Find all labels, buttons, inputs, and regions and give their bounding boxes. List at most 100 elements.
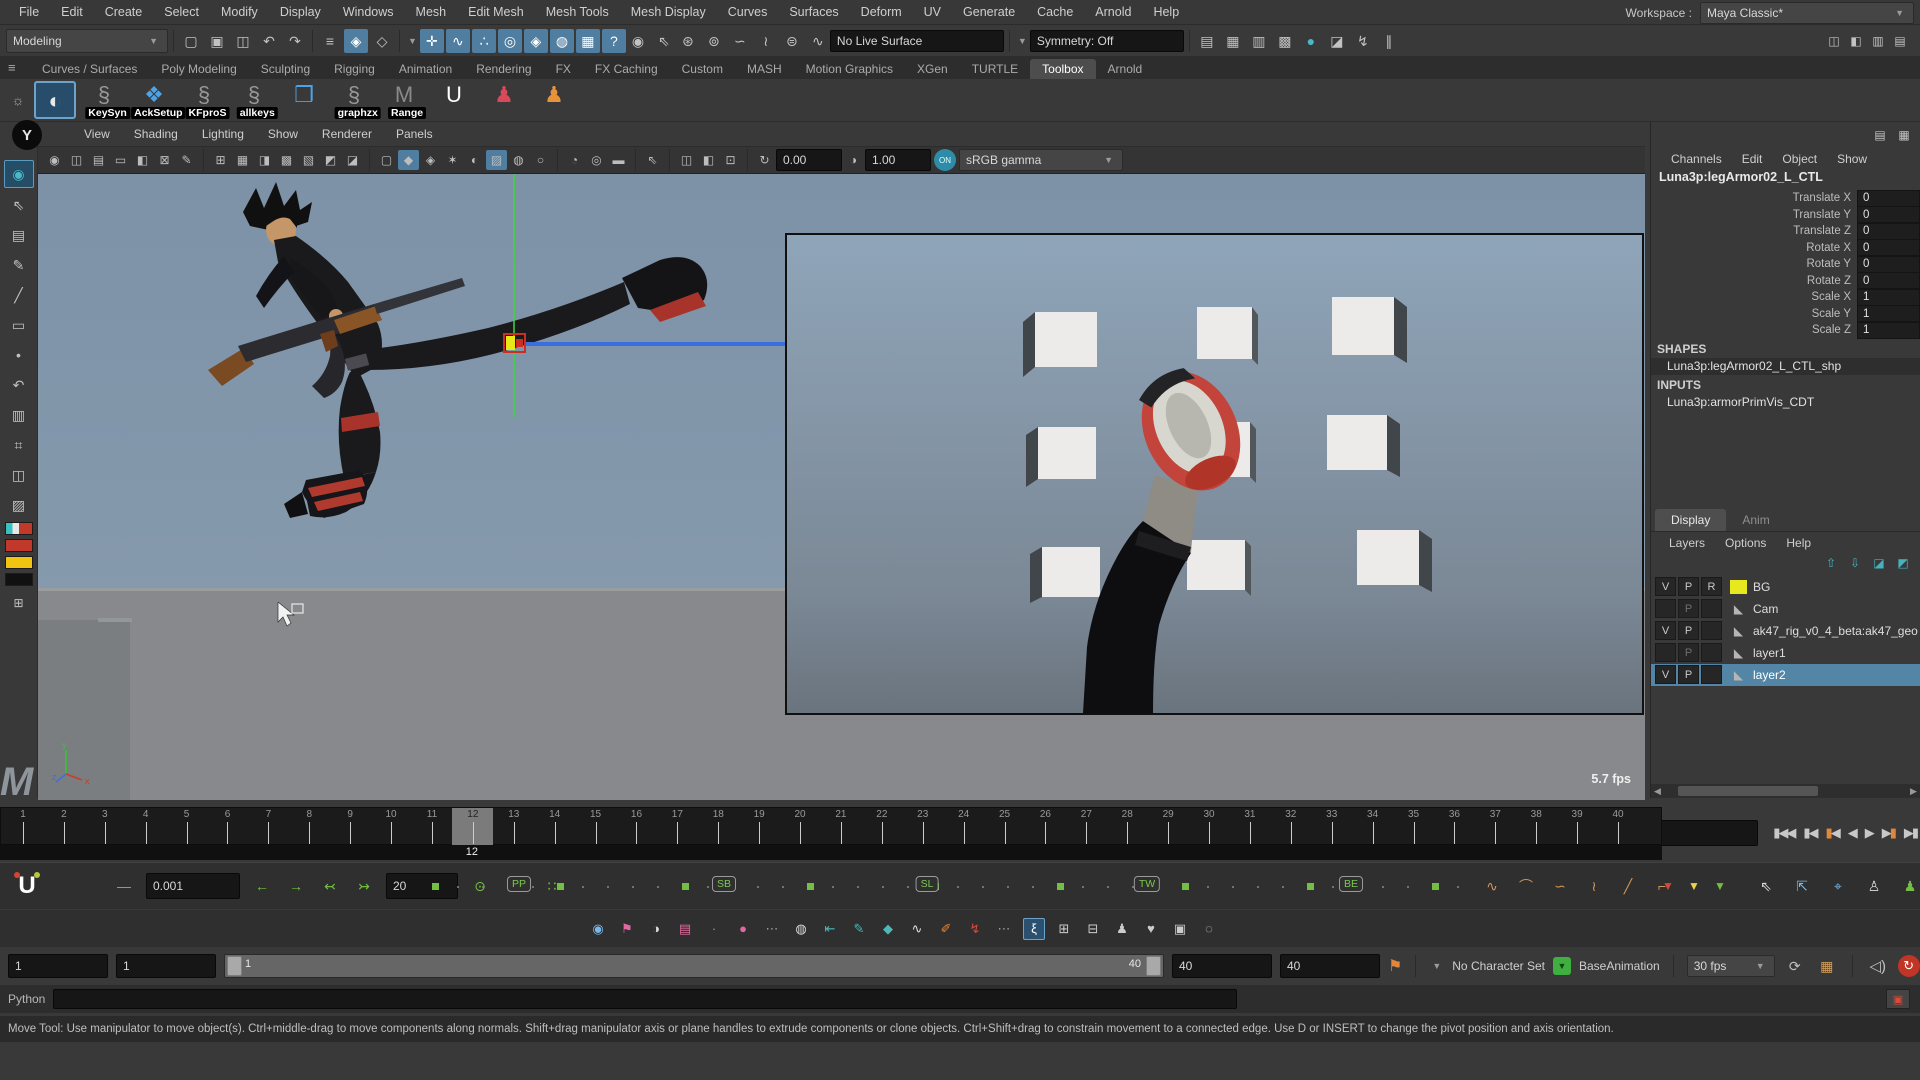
attribute-value-field[interactable]: 0: [1857, 206, 1920, 223]
channel-box-menu-show[interactable]: Show: [1827, 152, 1877, 166]
layer-row[interactable]: VP◣layer2: [1651, 664, 1920, 686]
safe-title-icon[interactable]: ◪: [342, 150, 363, 170]
range-shelf-item[interactable]: MRange: [382, 81, 426, 119]
shelf-tab-curves-surfaces[interactable]: Curves / Surfaces: [30, 59, 149, 79]
key-dot[interactable]: [1107, 886, 1109, 888]
attribute-value-field[interactable]: 1: [1857, 289, 1920, 306]
animation-start-field[interactable]: 1: [8, 954, 108, 978]
dot-icon[interactable]: •: [5, 342, 33, 368]
shelf-tab-toolbox[interactable]: Toolbox: [1030, 59, 1095, 79]
shaded-icon[interactable]: ◆: [398, 150, 419, 170]
chevron-down-icon[interactable]: ▼: [1432, 961, 1441, 971]
step-back-key-button[interactable]: ▮◀: [1823, 825, 1842, 841]
isolate-select-icon[interactable]: ◎: [586, 150, 607, 170]
panel-menu-renderer[interactable]: Renderer: [310, 127, 384, 141]
key-dot[interactable]: [582, 886, 584, 888]
more-dots-icon[interactable]: ⋯: [994, 919, 1014, 939]
channel-box-toggle-icon[interactable]: ▥: [1868, 31, 1888, 51]
layered-image-icon[interactable]: ◫: [676, 150, 697, 170]
channel-box-menu-channels[interactable]: Channels: [1661, 152, 1732, 166]
shelf-tab-fx-caching[interactable]: FX Caching: [583, 59, 670, 79]
layer-playback-toggle[interactable]: P: [1678, 621, 1699, 640]
new-scene-icon[interactable]: ▢: [179, 29, 203, 53]
flame-icon[interactable]: ↯: [965, 919, 985, 939]
layer-row[interactable]: P◣Cam: [1651, 598, 1920, 620]
channel-box-menu-object[interactable]: Object: [1772, 152, 1827, 166]
gamma-icon[interactable]: ◑: [843, 150, 864, 170]
layer-visibility-toggle[interactable]: [1655, 643, 1676, 662]
empty-layer-icon[interactable]: ◪: [1870, 554, 1888, 572]
select-overlay-icon[interactable]: ⇖: [642, 150, 663, 170]
occlusion-icon[interactable]: ◍: [508, 150, 529, 170]
keysyn-script-shelf-item[interactable]: §KeySyn: [82, 81, 126, 119]
playback-start-field[interactable]: 1: [116, 954, 216, 978]
eraser-icon[interactable]: ▭: [5, 312, 33, 338]
slider-dot-icon[interactable]: ●: [733, 919, 753, 939]
key-square[interactable]: [1307, 883, 1314, 890]
snap-to-projected-center-icon[interactable]: ◎: [498, 29, 522, 53]
shelf-tab-sculpting[interactable]: Sculpting: [249, 59, 322, 79]
cursor-white-icon[interactable]: ⇖: [1754, 874, 1778, 898]
key-dot[interactable]: [782, 886, 784, 888]
shelf-tab-xgen[interactable]: XGen: [905, 59, 960, 79]
chevron-down-icon[interactable]: ▼: [408, 36, 417, 46]
next-key-arrow-icon[interactable]: →: [284, 874, 308, 898]
studio-library-icon[interactable]: ◉: [588, 919, 608, 939]
prev-subkey-icon[interactable]: ↢: [318, 874, 342, 898]
snapshot-icon[interactable]: ⌗: [5, 432, 33, 458]
plane-icon[interactable]: ▬: [608, 150, 629, 170]
red-swatch[interactable]: [5, 539, 33, 552]
layer-reference-toggle[interactable]: [1701, 621, 1722, 640]
menu-mesh[interactable]: Mesh: [405, 5, 458, 19]
help-mode-icon[interactable]: ?: [602, 29, 626, 53]
shelf-menu-icon[interactable]: ≡: [8, 60, 16, 75]
step-forward-key-button[interactable]: ▶▮: [1879, 825, 1898, 841]
layer-menu-options[interactable]: Options: [1715, 536, 1776, 550]
pause-viewport-icon[interactable]: ∥: [1377, 29, 1401, 53]
key-dot[interactable]: [1332, 886, 1334, 888]
gamma-field[interactable]: 1.00: [865, 149, 931, 171]
notes-icon[interactable]: ▤: [5, 222, 33, 248]
anim-pencil-icon[interactable]: ✎: [849, 919, 869, 939]
animbot-sync-icon[interactable]: ↻: [1898, 955, 1920, 977]
menu-mesh-tools[interactable]: Mesh Tools: [535, 5, 620, 19]
add-bookmark-icon[interactable]: ⚑: [1388, 956, 1402, 976]
menu-generate[interactable]: Generate: [952, 5, 1026, 19]
layered-image2-icon[interactable]: ◧: [698, 150, 719, 170]
shape-node-item[interactable]: Luna3p:legArmor02_L_CTL_shp: [1651, 358, 1920, 375]
menu-select[interactable]: Select: [153, 5, 210, 19]
layer-playback-toggle[interactable]: P: [1678, 665, 1699, 684]
light-editor-icon[interactable]: ↯: [1351, 29, 1375, 53]
select-cursor-icon[interactable]: ⇖: [5, 192, 33, 218]
layer-color-swatch[interactable]: [1730, 580, 1747, 594]
pin-camera-icon[interactable]: ◫: [66, 150, 87, 170]
symmetry-field[interactable]: Symmetry: Off: [1030, 30, 1184, 52]
character-white-icon[interactable]: ♙: [1862, 874, 1886, 898]
layer-name[interactable]: ak47_rig_v0_4_beta:ak47_geo: [1749, 624, 1918, 638]
menu-mesh-display[interactable]: Mesh Display: [620, 5, 717, 19]
gate-mask-icon[interactable]: ▩: [276, 150, 297, 170]
layer-playback-toggle[interactable]: P: [1678, 577, 1699, 596]
menu-modify[interactable]: Modify: [210, 5, 269, 19]
anim-layer-icon[interactable]: ▼: [1553, 957, 1571, 975]
measure-icon[interactable]: ╱: [5, 282, 33, 308]
redo-icon[interactable]: ↷: [283, 29, 307, 53]
layer-visibility-toggle[interactable]: V: [1655, 577, 1676, 596]
textured-icon[interactable]: ◈: [420, 150, 441, 170]
key-dot[interactable]: [882, 886, 884, 888]
trash-icon[interactable]: ▥: [5, 402, 33, 428]
retime-icon[interactable]: ⇤: [820, 919, 840, 939]
viewport-badge-icon[interactable]: Y: [12, 120, 42, 150]
orange-character-shelf-item[interactable]: ♟: [532, 81, 576, 119]
panel-menu-panels[interactable]: Panels: [384, 127, 445, 141]
menu-surfaces[interactable]: Surfaces: [778, 5, 849, 19]
layer-reference-toggle[interactable]: [1701, 665, 1722, 684]
menu-edit[interactable]: Edit: [50, 5, 94, 19]
menu-display[interactable]: Display: [269, 5, 332, 19]
key-square[interactable]: [432, 883, 439, 890]
dot-a-icon[interactable]: ·: [704, 919, 724, 939]
key-label-tw[interactable]: TW: [1134, 876, 1160, 892]
exposure-field[interactable]: 0.00: [776, 149, 842, 171]
ipr-render-icon[interactable]: ▥: [1247, 29, 1271, 53]
layer-playback-toggle[interactable]: P: [1678, 599, 1699, 618]
